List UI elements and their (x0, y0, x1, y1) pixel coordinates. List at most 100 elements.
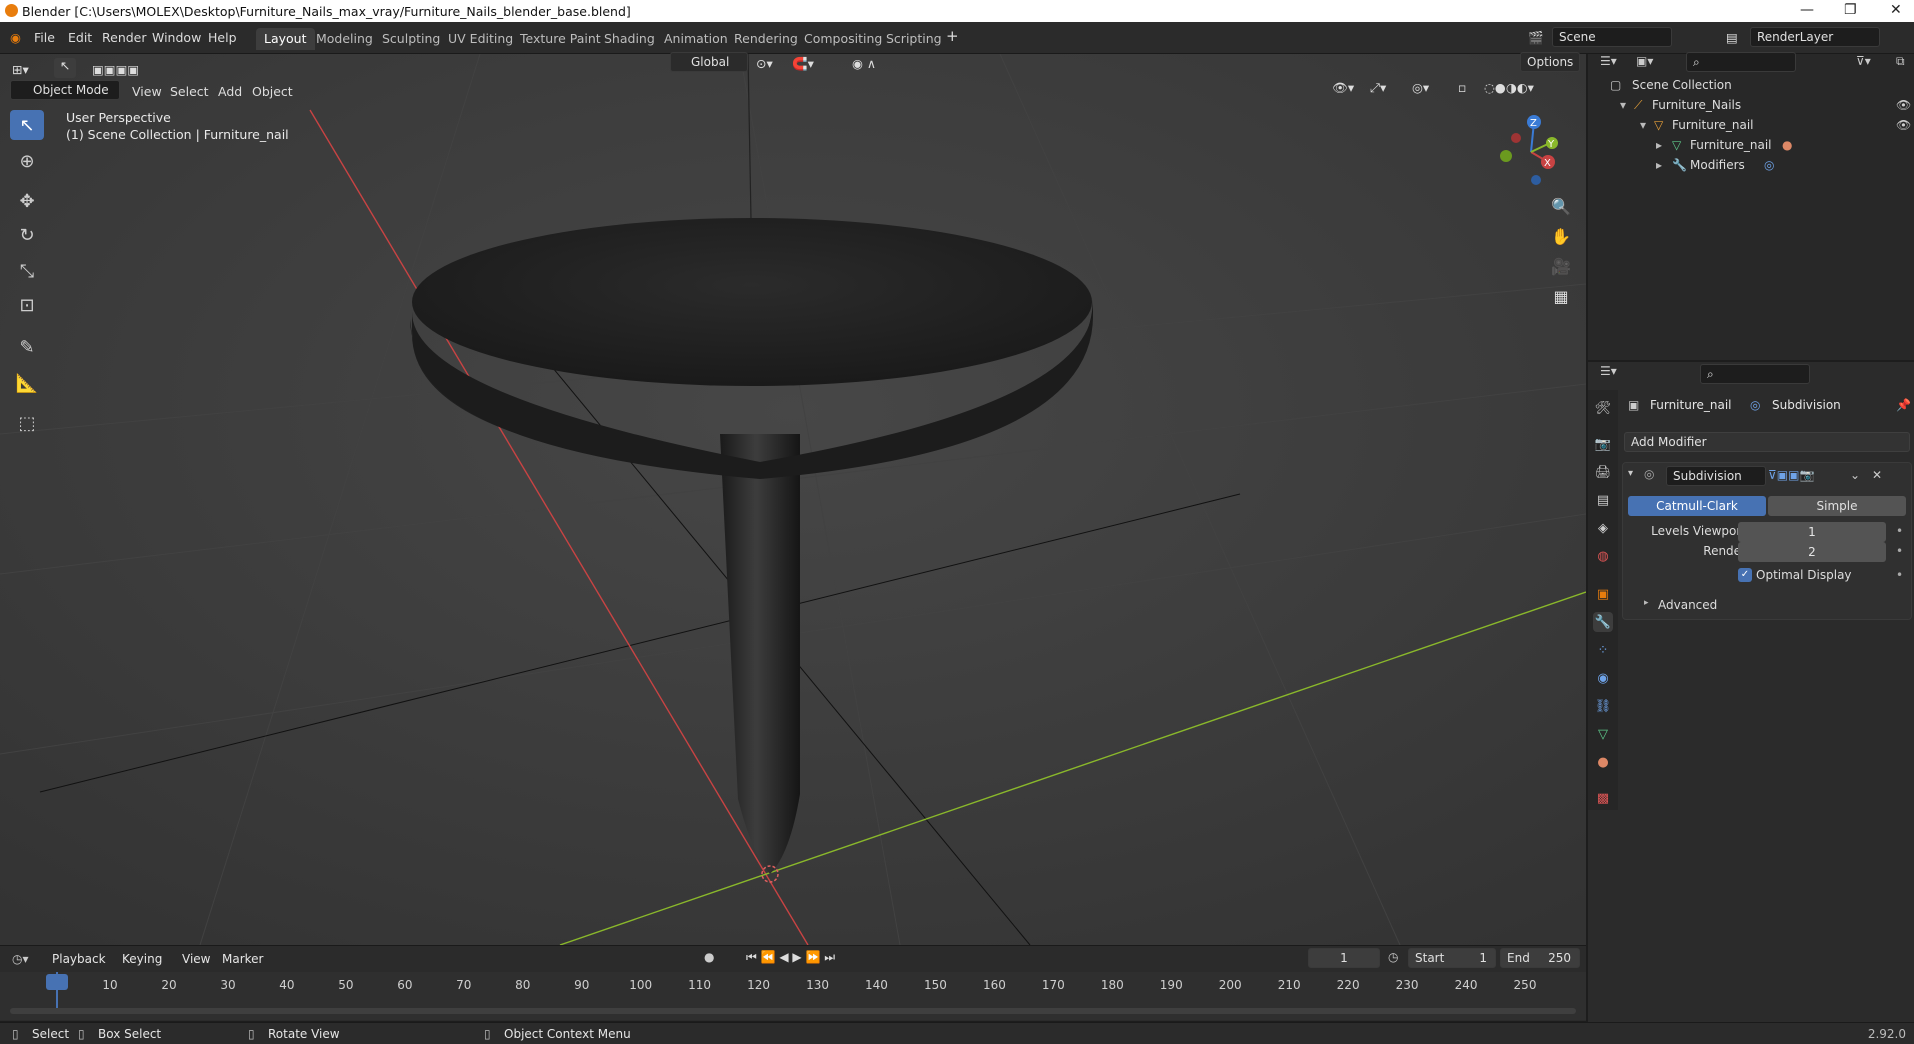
current-frame-field[interactable]: 1 (1308, 948, 1380, 968)
modifier-display-toggles-icon[interactable]: ⊽▣▣📷 (1768, 468, 1814, 482)
add-cube-tool-icon[interactable]: ⬚ (10, 408, 44, 438)
transform-tool-icon[interactable]: ⊡ (10, 290, 44, 320)
playhead-handle[interactable] (46, 974, 68, 990)
menu-select[interactable]: Select (170, 84, 209, 99)
menu-render[interactable]: Render (102, 30, 147, 45)
add-modifier-dropdown[interactable]: Add Modifier (1624, 432, 1910, 452)
tab-shading[interactable]: Shading (596, 28, 663, 50)
expand-arrow-icon[interactable]: ▸ (1656, 138, 1662, 152)
modifier-close-icon[interactable]: ✕ (1872, 468, 1882, 482)
move-tool-icon[interactable]: ✥ (10, 186, 44, 216)
editor-type-icon[interactable]: ⊞▾ (12, 62, 29, 77)
optimal-display-checkbox[interactable]: ✓ (1738, 568, 1752, 582)
snap-icon[interactable]: 🧲▾ (792, 56, 814, 72)
shading-modes-icon[interactable]: ◌●◑◐▾ (1484, 80, 1534, 95)
menu-file[interactable]: File (34, 30, 55, 45)
start-frame-field[interactable]: Start 1 (1408, 948, 1496, 968)
menu-edit[interactable]: Edit (68, 30, 92, 45)
restore-icon[interactable]: ❐ (1844, 2, 1857, 18)
render-tab-icon[interactable]: 📷 (1593, 434, 1613, 454)
object-tab-icon[interactable]: ▣ (1593, 584, 1613, 604)
menu-view[interactable]: View (132, 84, 162, 99)
playback-controls-icon[interactable]: ⏮ ⏪ ◀ ▶ ⏩ ⏭ (746, 950, 835, 965)
menu-add[interactable]: Add (218, 84, 242, 99)
pivot-icon[interactable]: ⊙▾ (756, 56, 773, 71)
render-layer-field[interactable]: RenderLayer (1750, 27, 1880, 47)
annotate-tool-icon[interactable]: ✎ (10, 332, 44, 362)
tab-layout[interactable]: Layout (256, 28, 315, 50)
timeline-editor-icon[interactable]: ◷▾ (12, 952, 29, 966)
new-collection-icon[interactable]: ⧉ (1896, 54, 1905, 69)
select-mode-icon[interactable]: ↖ (54, 58, 76, 78)
tab-animation[interactable]: Animation (656, 28, 736, 50)
measure-tool-icon[interactable]: 📐 (10, 368, 44, 398)
tab-uv-editing[interactable]: UV Editing (440, 28, 521, 50)
catmull-clark-button[interactable]: Catmull-Clark (1628, 496, 1766, 516)
mesh-data-tab-icon[interactable]: ▽ (1593, 724, 1613, 744)
material-tab-icon[interactable]: ● (1593, 752, 1613, 772)
select-box-tool[interactable]: ↖ (10, 110, 44, 140)
filter-icon[interactable]: ⊽▾ (1856, 54, 1871, 68)
3d-viewport[interactable] (0, 54, 1586, 945)
view-layer-tab-icon[interactable]: ▤ (1593, 490, 1613, 510)
tab-rendering[interactable]: Rendering (726, 28, 806, 50)
pin-icon[interactable]: 📌 (1896, 398, 1911, 412)
levels-viewport-field[interactable]: 1 (1738, 522, 1886, 542)
menu-window[interactable]: Window (152, 30, 201, 45)
record-icon[interactable]: ● (704, 950, 714, 964)
advanced-subpanel[interactable]: Advanced (1658, 598, 1717, 612)
orientation-dropdown[interactable]: Global (670, 52, 748, 72)
physics-tab-icon[interactable]: ◉ (1593, 668, 1613, 688)
ortho-toggle-icon[interactable]: ▦ (1546, 282, 1576, 310)
keyframe-dot-icon[interactable]: • (1896, 544, 1903, 558)
timeline-view-menu[interactable]: View (182, 952, 210, 966)
outliner-row-furniture-nail-object[interactable]: ▾ ▽ Furniture_nail 👁 (1590, 118, 1912, 138)
expand-arrow-icon[interactable]: ▾ (1620, 98, 1626, 112)
zoom-icon[interactable]: 🔍 (1546, 192, 1576, 220)
marker-menu[interactable]: Marker (222, 952, 263, 966)
close-icon[interactable]: ✕ (1890, 2, 1902, 18)
tab-scripting[interactable]: Scripting (878, 28, 950, 50)
simple-button[interactable]: Simple (1768, 496, 1906, 516)
selection-mode-icons[interactable]: ▣▣▣▣ (92, 62, 139, 77)
modifier-name-field[interactable]: Subdivision (1666, 466, 1766, 486)
visibility-eye-icon[interactable]: 👁 (1896, 98, 1911, 112)
collapse-arrow-icon[interactable]: ▾ (1628, 468, 1633, 479)
expand-arrow-icon[interactable]: ▸ (1656, 158, 1662, 172)
keyframe-dot-icon[interactable]: • (1896, 568, 1903, 582)
particles-tab-icon[interactable]: ⁘ (1593, 640, 1613, 660)
tool-tab-icon[interactable]: 🛠 (1593, 398, 1613, 418)
blender-menu-icon[interactable]: ◉ (10, 30, 21, 45)
minimize-icon[interactable]: — (1800, 2, 1814, 18)
xray-icon[interactable]: ▫ (1458, 80, 1466, 95)
keyframe-dot-icon[interactable]: • (1896, 524, 1903, 538)
scene-field[interactable]: Scene (1552, 27, 1672, 47)
navigation-gizmo[interactable]: Z X Y (1496, 110, 1566, 190)
object-mode-dropdown[interactable]: Object Mode (10, 80, 120, 100)
outliner-search-input[interactable]: ⌕ (1686, 52, 1796, 72)
add-workspace-icon[interactable]: + (946, 27, 959, 45)
timeline-scrollbar[interactable] (10, 1008, 1576, 1014)
outliner-editor-icon[interactable]: ☰▾ (1600, 54, 1617, 68)
outliner-row-scene-collection[interactable]: ▢ Scene Collection (1590, 78, 1912, 98)
outliner-row-mesh-data[interactable]: ▸ ▽ Furniture_nail ● (1590, 138, 1912, 158)
world-tab-icon[interactable]: ◍ (1593, 546, 1613, 566)
gizmo-toggle-icon[interactable]: ⤢▾ (1370, 80, 1386, 96)
scene-tab-icon[interactable]: ◈ (1593, 518, 1613, 538)
properties-search-input[interactable]: ⌕ (1700, 364, 1810, 384)
render-levels-field[interactable]: 2 (1738, 542, 1886, 562)
properties-editor-icon[interactable]: ☰▾ (1600, 364, 1617, 378)
tab-texture-paint[interactable]: Texture Paint (512, 28, 609, 50)
tab-modeling[interactable]: Modeling (308, 28, 381, 50)
texture-tab-icon[interactable]: ▩ (1593, 788, 1613, 808)
playback-menu[interactable]: Playback (52, 952, 106, 966)
overlay-toggle-icon[interactable]: ◎▾ (1412, 80, 1429, 95)
menu-help[interactable]: Help (208, 30, 237, 45)
tab-sculpting[interactable]: Sculpting (374, 28, 448, 50)
keying-menu[interactable]: Keying (122, 952, 162, 966)
expand-arrow-icon[interactable]: ▸ (1644, 598, 1649, 608)
rotate-tool-icon[interactable]: ↻ (10, 220, 44, 250)
end-frame-field[interactable]: End 250 (1500, 948, 1580, 968)
modifier-tab-icon[interactable]: 🔧 (1593, 612, 1613, 632)
outliner-display-mode-icon[interactable]: ▣▾ (1636, 54, 1653, 68)
